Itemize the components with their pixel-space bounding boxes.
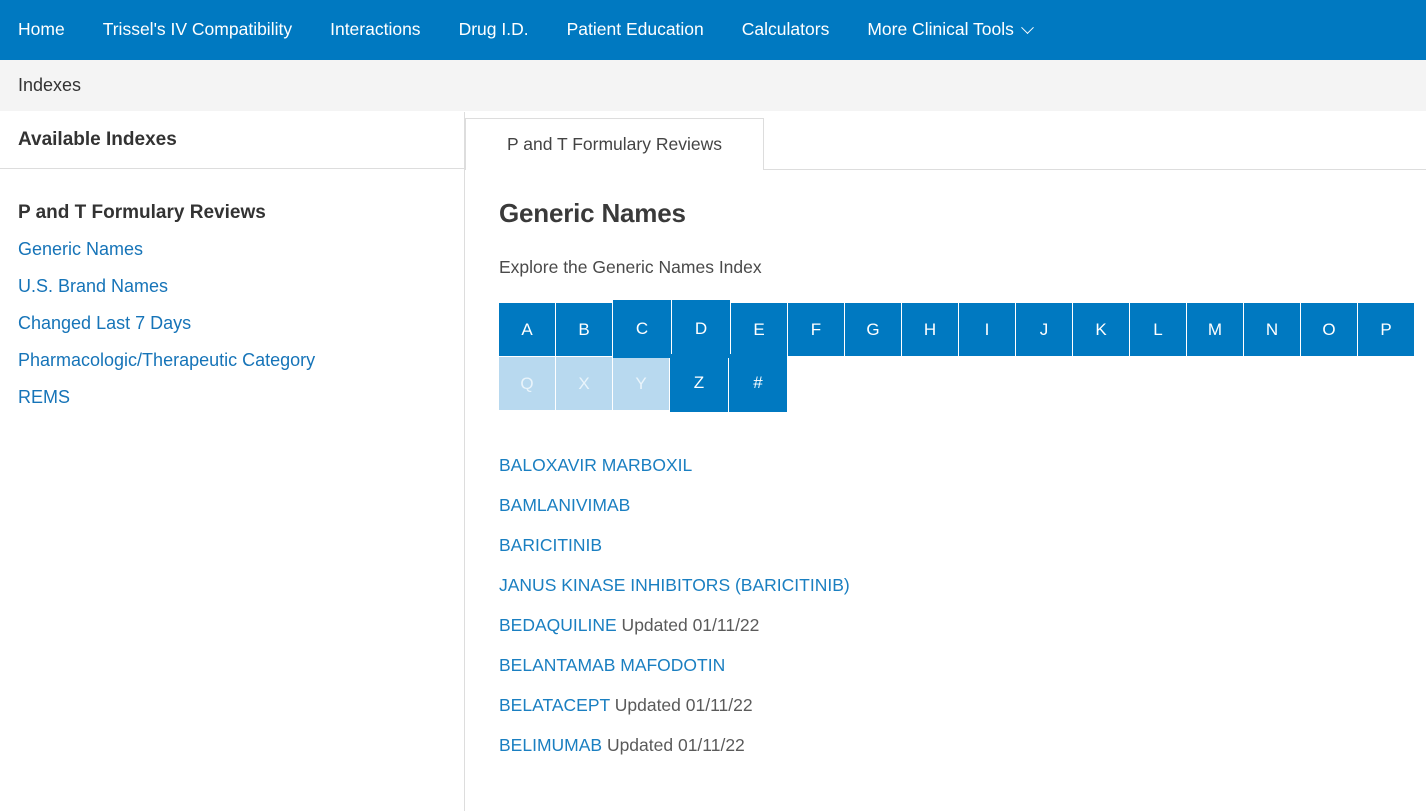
alpha-tile-h[interactable]: H — [902, 303, 958, 356]
chevron-down-icon — [1021, 21, 1034, 34]
alpha-tile-y: Y — [613, 357, 669, 410]
drug-results-list: BALOXAVIR MARBOXIL BAMLANIVIMAB BARICITINI… — [499, 455, 1426, 756]
tab-strip: P and T Formulary Reviews — [465, 112, 1426, 170]
drug-row: BALOXAVIR MARBOXIL — [499, 455, 1426, 476]
page-title: Generic Names — [499, 198, 1426, 229]
nav-item-more-clinical-tools[interactable]: More Clinical Tools — [848, 21, 1051, 39]
nav-item-label: Interactions — [330, 21, 420, 39]
sidebar-header: Available Indexes — [0, 112, 464, 169]
sidebar-link-pharmacologic-therapeutic-category[interactable]: Pharmacologic/Therapeutic Category — [18, 350, 315, 371]
sidebar-link-changed-last-7-days[interactable]: Changed Last 7 Days — [18, 313, 191, 334]
nav-item-label: Drug I.D. — [459, 21, 529, 39]
drug-updated-label: Updated 01/11/22 — [617, 615, 760, 635]
drug-row: BELATACEPT Updated 01/11/22 — [499, 695, 1426, 716]
drug-row: BEDAQUILINE Updated 01/11/22 — [499, 615, 1426, 636]
page-subtitle: Explore the Generic Names Index — [499, 257, 1426, 278]
drug-link[interactable]: BALOXAVIR MARBOXIL — [499, 455, 692, 475]
alpha-tile-z[interactable]: Z — [670, 354, 728, 412]
nav-item-drug-i-d[interactable]: Drug I.D. — [440, 21, 548, 39]
drug-row: BELANTAMAB MAFODOTIN — [499, 655, 1426, 676]
tab-p-and-t-formulary-reviews[interactable]: P and T Formulary Reviews — [465, 118, 764, 170]
nav-item-patient-education[interactable]: Patient Education — [548, 21, 723, 39]
alpha-tile-x: X — [556, 357, 612, 410]
alpha-tile-hash[interactable]: # — [729, 354, 787, 412]
sidebar-link-u-s-brand-names[interactable]: U.S. Brand Names — [18, 276, 168, 297]
drug-link[interactable]: BELANTAMAB MAFODOTIN — [499, 655, 725, 675]
alpha-tile-n[interactable]: N — [1244, 303, 1300, 356]
alpha-tile-i[interactable]: I — [959, 303, 1015, 356]
section-title: Indexes — [18, 75, 81, 96]
sidebar-index-list: P and T Formulary Reviews Generic Names U… — [0, 169, 464, 408]
drug-row: BELIMUMAB Updated 01/11/22 — [499, 735, 1426, 756]
page-body: Available Indexes P and T Formulary Revi… — [0, 112, 1426, 811]
drug-link[interactable]: BELIMUMAB — [499, 735, 602, 755]
sidebar-link-generic-names[interactable]: Generic Names — [18, 239, 143, 260]
alpha-tile-k[interactable]: K — [1073, 303, 1129, 356]
nav-item-label: Patient Education — [567, 21, 704, 39]
nav-item-label: Home — [18, 21, 65, 39]
alpha-tile-o[interactable]: O — [1301, 303, 1357, 356]
drug-updated-label: Updated 01/11/22 — [610, 695, 753, 715]
drug-row: BAMLANIVIMAB — [499, 495, 1426, 516]
nav-item-trissel-s-iv-compatibility[interactable]: Trissel's IV Compatibility — [84, 21, 311, 39]
alpha-tile-d[interactable]: D — [672, 300, 730, 358]
main-content-panel: Generic Names Explore the Generic Names … — [466, 170, 1426, 811]
alpha-tile-l[interactable]: L — [1130, 303, 1186, 356]
drug-link[interactable]: BEDAQUILINE — [499, 615, 617, 635]
drug-row: BARICITINIB — [499, 535, 1426, 556]
sidebar: Available Indexes P and T Formulary Revi… — [0, 112, 465, 811]
alpha-tile-j[interactable]: J — [1016, 303, 1072, 356]
drug-updated-label: Updated 01/11/22 — [602, 735, 745, 755]
nav-item-home[interactable]: Home — [14, 21, 84, 39]
alphabet-index-grid: ABCDEFGHIJKLMNOP QXYZ# — [499, 303, 1426, 411]
alpha-tile-c[interactable]: C — [613, 300, 671, 358]
alpha-tile-e[interactable]: E — [731, 303, 787, 356]
nav-item-calculators[interactable]: Calculators — [723, 21, 849, 39]
alpha-tile-q: Q — [499, 357, 555, 410]
drug-row: JANUS KINASE INHIBITORS (BARICITINIB) — [499, 575, 1426, 596]
section-bar: Indexes — [0, 60, 1426, 112]
alpha-tile-p[interactable]: P — [1358, 303, 1414, 356]
drug-link[interactable]: JANUS KINASE INHIBITORS (BARICITINIB) — [499, 575, 850, 595]
drug-link[interactable]: BELATACEPT — [499, 695, 610, 715]
sidebar-link-rems[interactable]: REMS — [18, 387, 70, 408]
alpha-tile-f[interactable]: F — [788, 303, 844, 356]
drug-link[interactable]: BAMLANIVIMAB — [499, 495, 630, 515]
alpha-tile-b[interactable]: B — [556, 303, 612, 356]
drug-link[interactable]: BARICITINIB — [499, 535, 602, 555]
nav-item-interactions[interactable]: Interactions — [311, 21, 439, 39]
alpha-tile-m[interactable]: M — [1187, 303, 1243, 356]
sidebar-group-title: P and T Formulary Reviews — [18, 202, 464, 224]
top-navigation-bar: Home Trissel's IV Compatibility Interactio… — [0, 0, 1426, 60]
nav-item-label: Calculators — [742, 21, 830, 39]
alpha-tile-g[interactable]: G — [845, 303, 901, 356]
sidebar-links-container: Generic Names U.S. Brand Names Changed Las… — [18, 239, 464, 408]
nav-item-label: More Clinical Tools — [867, 21, 1014, 39]
nav-item-label: Trissel's IV Compatibility — [103, 21, 292, 39]
alpha-tile-a[interactable]: A — [499, 303, 555, 356]
available-indexes-heading: Available Indexes — [18, 129, 177, 151]
